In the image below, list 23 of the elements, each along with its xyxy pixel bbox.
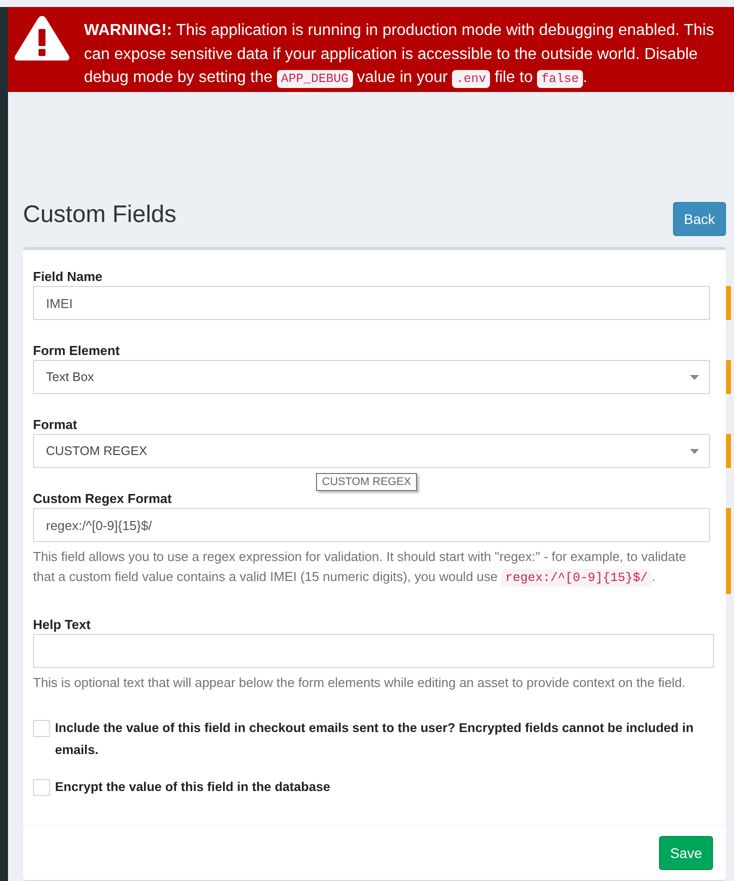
caret-icon (690, 448, 699, 454)
page-title: Custom Fields (23, 200, 176, 230)
tooltip: CUSTOM REGEX (316, 473, 418, 491)
text-input[interactable]: regex:/^[0-9]{15}$/ (33, 508, 710, 542)
field-label: Form Element (33, 342, 121, 359)
select-dropdown[interactable]: Text Box (33, 360, 710, 394)
field-label: Format (33, 416, 78, 433)
checkbox-label: Include the value of this field in checkout emails sent to the user? Encrypted fields cannot be included in emails. (55, 719, 695, 759)
text-input[interactable]: IMEI (33, 286, 710, 320)
checkbox[interactable] (33, 720, 50, 737)
checkbox[interactable] (33, 779, 50, 796)
text-input[interactable] (33, 634, 714, 668)
field-label: Help Text (33, 616, 92, 633)
field-label: Field Name (33, 268, 104, 285)
checkbox-label: Encrypt the value of this field in the database (55, 778, 332, 796)
field-label: Custom Regex Format (33, 490, 173, 507)
help-text: This is optional text that will appear below the form elements while editing an asset to provide context on the field. (33, 674, 687, 692)
select-dropdown[interactable]: CUSTOM REGEX (33, 434, 710, 468)
warning-message: WARNING!: This application is running in production mode with debugging enabled. This can expose sensitive data if your application is accessible to the outside world. Disable debug mode by setting the APP_DEBUG value in your .env file to false . (84, 21, 715, 90)
help-text: This field allows you to use a regex expression for validation. It should start with "regex:" - for example, to validate that a custom field value contains a valid IMEI (15 numeric digits), you would use regex:/^[0-9]{15}$/ . (33, 548, 688, 588)
warning-icon (13, 14, 71, 62)
back-button[interactable]: Back (672, 202, 726, 236)
caret-icon (690, 374, 699, 380)
